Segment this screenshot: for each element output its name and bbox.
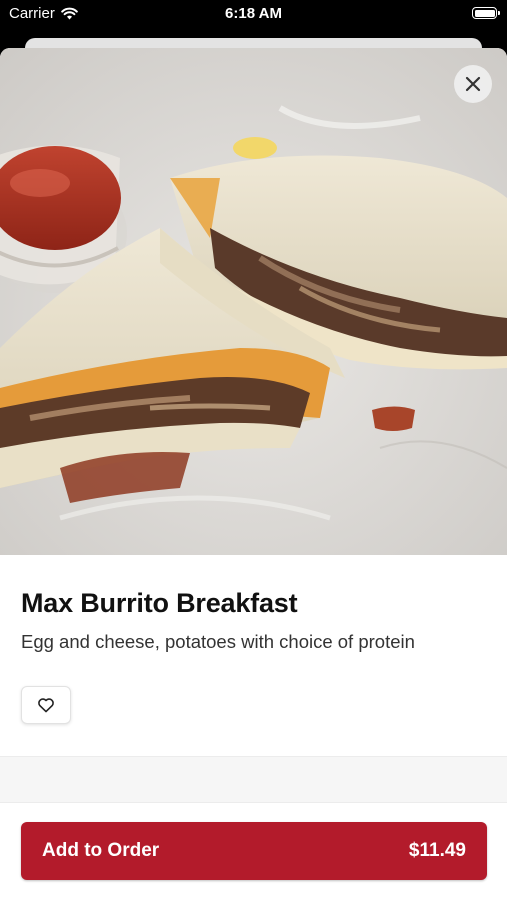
item-title: Max Burrito Breakfast bbox=[21, 588, 298, 618]
battery-icon bbox=[472, 7, 500, 19]
price-label: $11.49 bbox=[408, 840, 466, 861]
favorite-button[interactable] bbox=[21, 686, 71, 724]
item-detail-sheet: Max Burrito Breakfast Egg and cheese, po… bbox=[0, 48, 507, 900]
close-icon bbox=[465, 76, 481, 92]
close-button[interactable] bbox=[454, 65, 492, 103]
item-description: Egg and cheese, potatoes with choice of … bbox=[21, 631, 415, 652]
add-to-order-label: Add to Order bbox=[42, 840, 160, 861]
item-photo bbox=[0, 48, 507, 555]
status-time: 6:18 AM bbox=[225, 5, 282, 22]
burrito-photo-illustration bbox=[0, 48, 507, 555]
status-bar: Carrier 6:18 AM bbox=[0, 0, 507, 30]
heart-icon bbox=[38, 698, 54, 713]
app-screen: Carrier 6:18 AM Max Burrito Breakfast Eg… bbox=[0, 0, 507, 900]
section-divider bbox=[0, 756, 507, 803]
add-to-order-button[interactable]: Add to Order $11.49 bbox=[21, 822, 487, 880]
